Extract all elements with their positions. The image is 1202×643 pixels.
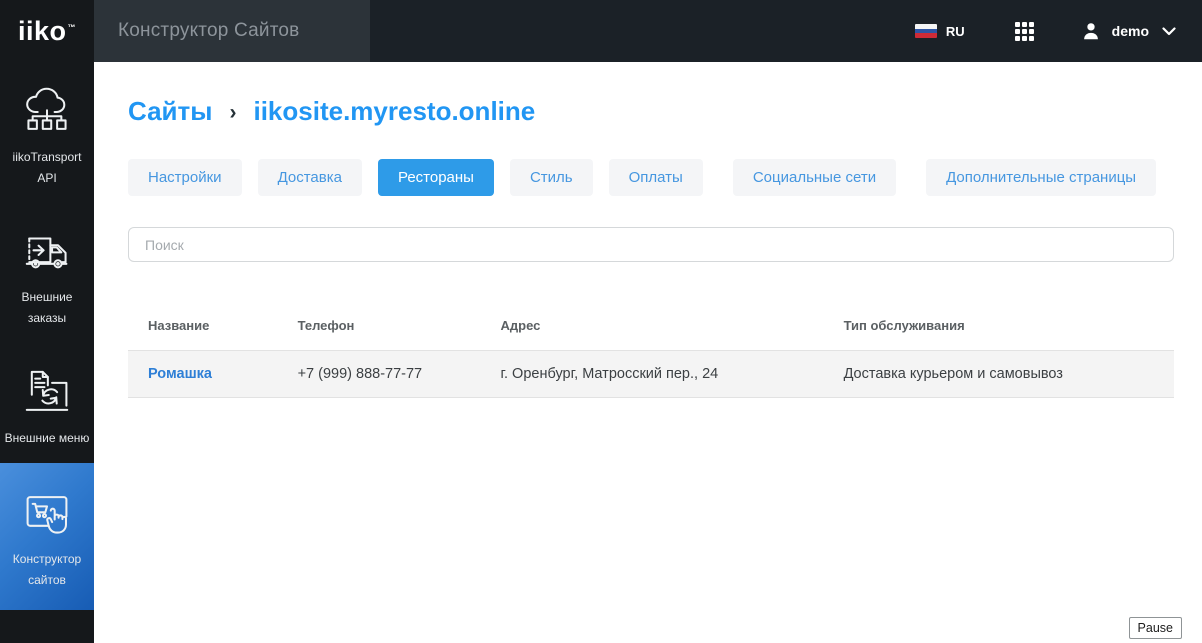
restaurant-phone: +7 (999) 888-77-77 xyxy=(278,351,481,398)
table-header-row: Название Телефон Адрес Тип обслуживания xyxy=(128,300,1174,351)
top-header: iiko™ Конструктор Сайтов RU demo xyxy=(0,0,1202,62)
delivery-truck-icon xyxy=(20,225,74,279)
restaurants-table: Название Телефон Адрес Тип обслуживания … xyxy=(128,300,1174,398)
app-title-bar: Конструктор Сайтов xyxy=(94,0,370,62)
tab-restaurants[interactable]: Рестораны xyxy=(378,159,494,196)
tab-bar: Настройки Доставка Рестораны Стиль Оплат… xyxy=(128,159,1182,196)
restaurant-service-type: Доставка курьером и самовывоз xyxy=(824,351,1174,398)
sidebar-item-label: Конструктор xyxy=(0,549,94,570)
app-title: Конструктор Сайтов xyxy=(118,20,299,42)
breadcrumb: Сайты › iikosite.myresto.online xyxy=(128,96,535,127)
sidebar-nav: iikoTransport API Внешние заказы xyxy=(0,62,94,643)
language-switcher[interactable]: RU xyxy=(915,24,965,39)
tab-delivery[interactable]: Доставка xyxy=(258,159,362,196)
breadcrumb-current-site: iikosite.myresto.online xyxy=(253,96,535,127)
breadcrumb-separator-icon: › xyxy=(229,99,236,125)
sidebar-item-label: iikoTransport xyxy=(0,147,94,168)
table-row[interactable]: Ромашка +7 (999) 888-77-77 г. Оренбург, … xyxy=(128,351,1174,398)
restaurant-address: г. Оренбург, Матросский пер., 24 xyxy=(480,351,823,398)
russia-flag-icon xyxy=(915,24,937,38)
iiko-logo-text: iiko™ xyxy=(18,16,76,47)
breadcrumb-sites-link[interactable]: Сайты xyxy=(128,96,212,127)
user-name: demo xyxy=(1112,23,1149,39)
column-header-phone: Телефон xyxy=(278,300,481,351)
trademark-symbol: ™ xyxy=(68,23,77,32)
main-content: Сайты › iikosite.myresto.online Настройк… xyxy=(94,62,1202,643)
language-label: RU xyxy=(946,24,965,39)
sidebar-item-label: сайтов xyxy=(0,570,94,591)
header-controls: RU demo xyxy=(370,0,1202,62)
tab-style[interactable]: Стиль xyxy=(510,159,593,196)
tab-settings[interactable]: Настройки xyxy=(128,159,242,196)
sidebar-item-label: Внешние меню xyxy=(0,428,94,449)
tab-payments[interactable]: Оплаты xyxy=(609,159,703,196)
sidebar-item-label: Внешние xyxy=(0,287,94,308)
sidebar-item-label: API xyxy=(0,168,94,189)
column-header-address: Адрес xyxy=(480,300,823,351)
user-icon xyxy=(1080,20,1102,42)
sidebar-item-site-builder[interactable]: Конструктор сайтов xyxy=(0,463,94,610)
sidebar-item-iikotransport-api[interactable]: iikoTransport API xyxy=(0,83,94,208)
iiko-logo[interactable]: iiko™ xyxy=(0,0,94,62)
tab-additional-pages[interactable]: Дополнительные страницы xyxy=(926,159,1156,196)
column-header-name: Название xyxy=(128,300,278,351)
pause-button[interactable]: Pause xyxy=(1129,617,1182,639)
sidebar-item-external-orders[interactable]: Внешние заказы xyxy=(0,225,94,335)
sidebar-item-external-menus[interactable]: Внешние меню xyxy=(0,366,94,461)
column-header-service-type: Тип обслуживания xyxy=(824,300,1174,351)
tab-social-networks[interactable]: Социальные сети xyxy=(733,159,896,196)
restaurant-name-link[interactable]: Ромашка xyxy=(148,366,212,382)
search-bar xyxy=(128,227,1174,262)
cloud-network-icon xyxy=(20,85,74,139)
apps-grid-icon[interactable] xyxy=(1015,22,1034,41)
search-input[interactable] xyxy=(128,227,1174,262)
user-menu[interactable]: demo xyxy=(1080,20,1176,42)
site-builder-icon xyxy=(20,487,74,541)
sidebar-item-label: заказы xyxy=(0,308,94,329)
app-window: iiko™ Конструктор Сайтов RU demo xyxy=(0,0,1202,643)
chevron-down-icon xyxy=(1162,27,1176,36)
external-menu-sync-icon xyxy=(20,366,74,420)
